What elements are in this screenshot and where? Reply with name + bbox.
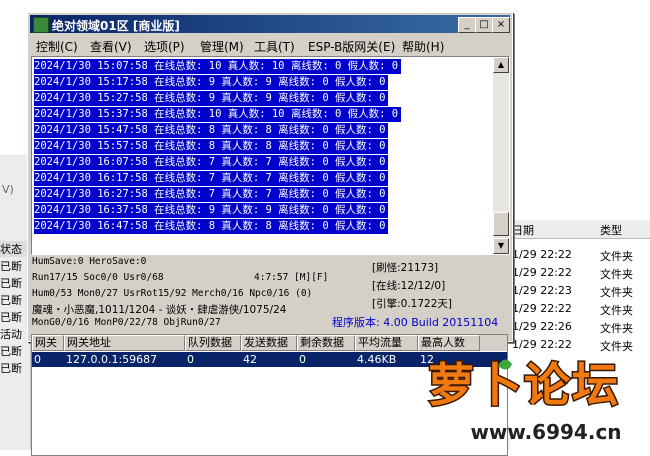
- background-left-item: 已断: [0, 260, 22, 273]
- file-type: 文件夹: [600, 322, 633, 335]
- log-line[interactable]: 2024/1/30 15:57:58 在线总数: 8 真人数: 8 离线数: 0…: [34, 139, 389, 154]
- background-file-row[interactable]: 1/29 22:22 文件夹: [508, 246, 650, 264]
- log-line[interactable]: 2024/1/30 15:27:58 在线总数: 9 真人数: 9 离线数: 0…: [34, 91, 389, 106]
- gateway-cell: 42: [243, 353, 257, 366]
- background-left-item: 状态: [0, 241, 30, 257]
- log-line[interactable]: 2024/1/30 16:27:58 在线总数: 7 真人数: 7 离线数: 0…: [34, 187, 389, 202]
- gateway-cell: 0: [299, 353, 306, 366]
- log-line[interactable]: 2024/1/30 16:47:58 在线总数: 8 真人数: 8 离线数: 0…: [34, 219, 389, 234]
- program-version: 程序版本: 4.00 Build 20151104: [332, 316, 499, 329]
- svg-text:萝卜论坛: 萝卜论坛: [428, 358, 620, 412]
- menu-view[interactable]: 查看(V): [90, 38, 132, 55]
- menu-gateway[interactable]: ESP-B版网关(E): [308, 38, 395, 55]
- app-icon: [33, 17, 49, 33]
- file-date: 1/29 22:23: [512, 284, 572, 297]
- maximize-button[interactable]: □: [475, 17, 493, 33]
- menu-bar: 控制(C) 查看(V) 选项(P) 管理(M) 工具(T) ESP-B版网关(E…: [30, 35, 510, 55]
- status-time: 4:7:57 [M][F]: [254, 272, 329, 283]
- gateway-cell: 0: [34, 353, 41, 366]
- gateway-column-header[interactable]: 队列数据: [185, 335, 241, 351]
- status-run: Run17/15 Soc0/0 Usr0/68: [32, 272, 164, 283]
- background-file-row[interactable]: 1/29 22:26 文件夹: [508, 318, 650, 336]
- file-type: 文件夹: [600, 304, 633, 317]
- header-date[interactable]: 日期: [512, 222, 534, 238]
- log-line[interactable]: 2024/1/30 16:17:58 在线总数: 7 真人数: 7 离线数: 0…: [34, 171, 389, 186]
- status-engine: [引擎:0.1722天]: [372, 298, 452, 310]
- file-date: 1/29 22:26: [512, 320, 572, 333]
- menu-manage[interactable]: 管理(M): [200, 38, 244, 55]
- menu-help[interactable]: 帮助(H): [402, 38, 444, 55]
- background-file-row[interactable]: 1/29 22:23 文件夹: [508, 282, 650, 300]
- log-line[interactable]: 2024/1/30 15:17:58 在线总数: 9 真人数: 9 离线数: 0…: [34, 75, 389, 90]
- gateway-column-header[interactable]: 剩余数据: [297, 335, 355, 351]
- status-refresh: [刷怪:21173]: [372, 262, 439, 274]
- background-left-item: 已断: [0, 277, 22, 290]
- status-hum-save: HumSave:0 HeroSave:0: [32, 256, 147, 267]
- log-line[interactable]: 2024/1/30 15:47:58 在线总数: 8 真人数: 8 离线数: 0…: [34, 123, 389, 138]
- window-title: 绝对领域01区 [商业版]: [52, 19, 180, 33]
- gateway-cell: 127.0.0.1:59687: [66, 353, 158, 366]
- log-line[interactable]: 2024/1/30 16:37:58 在线总数: 9 真人数: 9 离线数: 0…: [34, 203, 389, 218]
- minimize-button[interactable]: _: [458, 17, 476, 33]
- status-mon: MonG0/0/16 MonP0/22/78 ObjRun0/27: [32, 317, 221, 328]
- carrot-forum-logo: 萝卜论坛 www.6994.cn: [427, 357, 622, 445]
- status-hum: Hum0/53 Mon0/27 UsrRot15/92 Merch0/16 Np…: [32, 288, 313, 299]
- log-content: 2024/1/30 15:07:58 在线总数: 10 真人数: 10 离线数:…: [32, 57, 492, 254]
- gateway-column-header[interactable]: 网关: [32, 335, 64, 351]
- background-file-row[interactable]: 1/29 22:22 文件夹: [508, 264, 650, 282]
- menu-tools[interactable]: 工具(T): [254, 38, 295, 55]
- close-button[interactable]: ×: [492, 17, 510, 33]
- log-scrollbar[interactable]: ▲ ▼: [493, 57, 509, 254]
- gateway-column-header[interactable]: 发送数据: [241, 335, 297, 351]
- background-left-item: 已断: [0, 362, 22, 375]
- title-bar[interactable]: 绝对领域01区 [商业版] _ □ ×: [30, 15, 510, 33]
- background-left-item: 已断: [0, 345, 22, 358]
- file-type: 文件夹: [600, 268, 633, 281]
- log-line[interactable]: 2024/1/30 15:37:58 在线总数: 10 真人数: 10 离线数:…: [34, 107, 402, 122]
- background-left-item: 已断: [0, 311, 22, 324]
- file-date: 1/29 22:22: [512, 266, 572, 279]
- background-left-item: 已断: [0, 294, 22, 307]
- header-type[interactable]: 类型: [600, 222, 622, 238]
- background-left-item: 活动: [0, 328, 22, 341]
- gateway-cell: 0: [187, 353, 194, 366]
- file-date: 1/29 22:22: [512, 248, 572, 261]
- gateway-column-header[interactable]: 网关地址: [64, 335, 185, 351]
- status-online: [在线:12/12/0]: [372, 280, 446, 292]
- scroll-down-button[interactable]: ▼: [493, 238, 509, 254]
- menu-options[interactable]: 选项(P): [144, 38, 185, 55]
- log-list[interactable]: 2024/1/30 15:07:58 在线总数: 10 真人数: 10 离线数:…: [31, 56, 510, 255]
- background-list-header: 日期 类型: [508, 220, 650, 239]
- background-file-row[interactable]: 1/29 22:22 文件夹: [508, 300, 650, 318]
- log-line[interactable]: 2024/1/30 15:07:58 在线总数: 10 真人数: 10 离线数:…: [34, 59, 402, 74]
- file-type: 文件夹: [600, 286, 633, 299]
- file-date: 1/29 22:22: [512, 302, 572, 315]
- scroll-thumb[interactable]: [493, 212, 509, 236]
- log-line[interactable]: 2024/1/30 16:07:58 在线总数: 7 真人数: 7 离线数: 0…: [34, 155, 389, 170]
- server-window: 绝对领域01区 [商业版] _ □ × 控制(C) 查看(V) 选项(P) 管理…: [27, 12, 513, 456]
- watermark-url: www.6994.cn: [470, 420, 621, 444]
- menu-control[interactable]: 控制(C): [36, 38, 78, 55]
- scroll-up-button[interactable]: ▲: [493, 57, 509, 73]
- status-demons: 魔魂・小恶魔,1011/1204 - 谈妖・肆虐游侠/1075/24: [32, 304, 287, 316]
- file-type: 文件夹: [600, 250, 633, 263]
